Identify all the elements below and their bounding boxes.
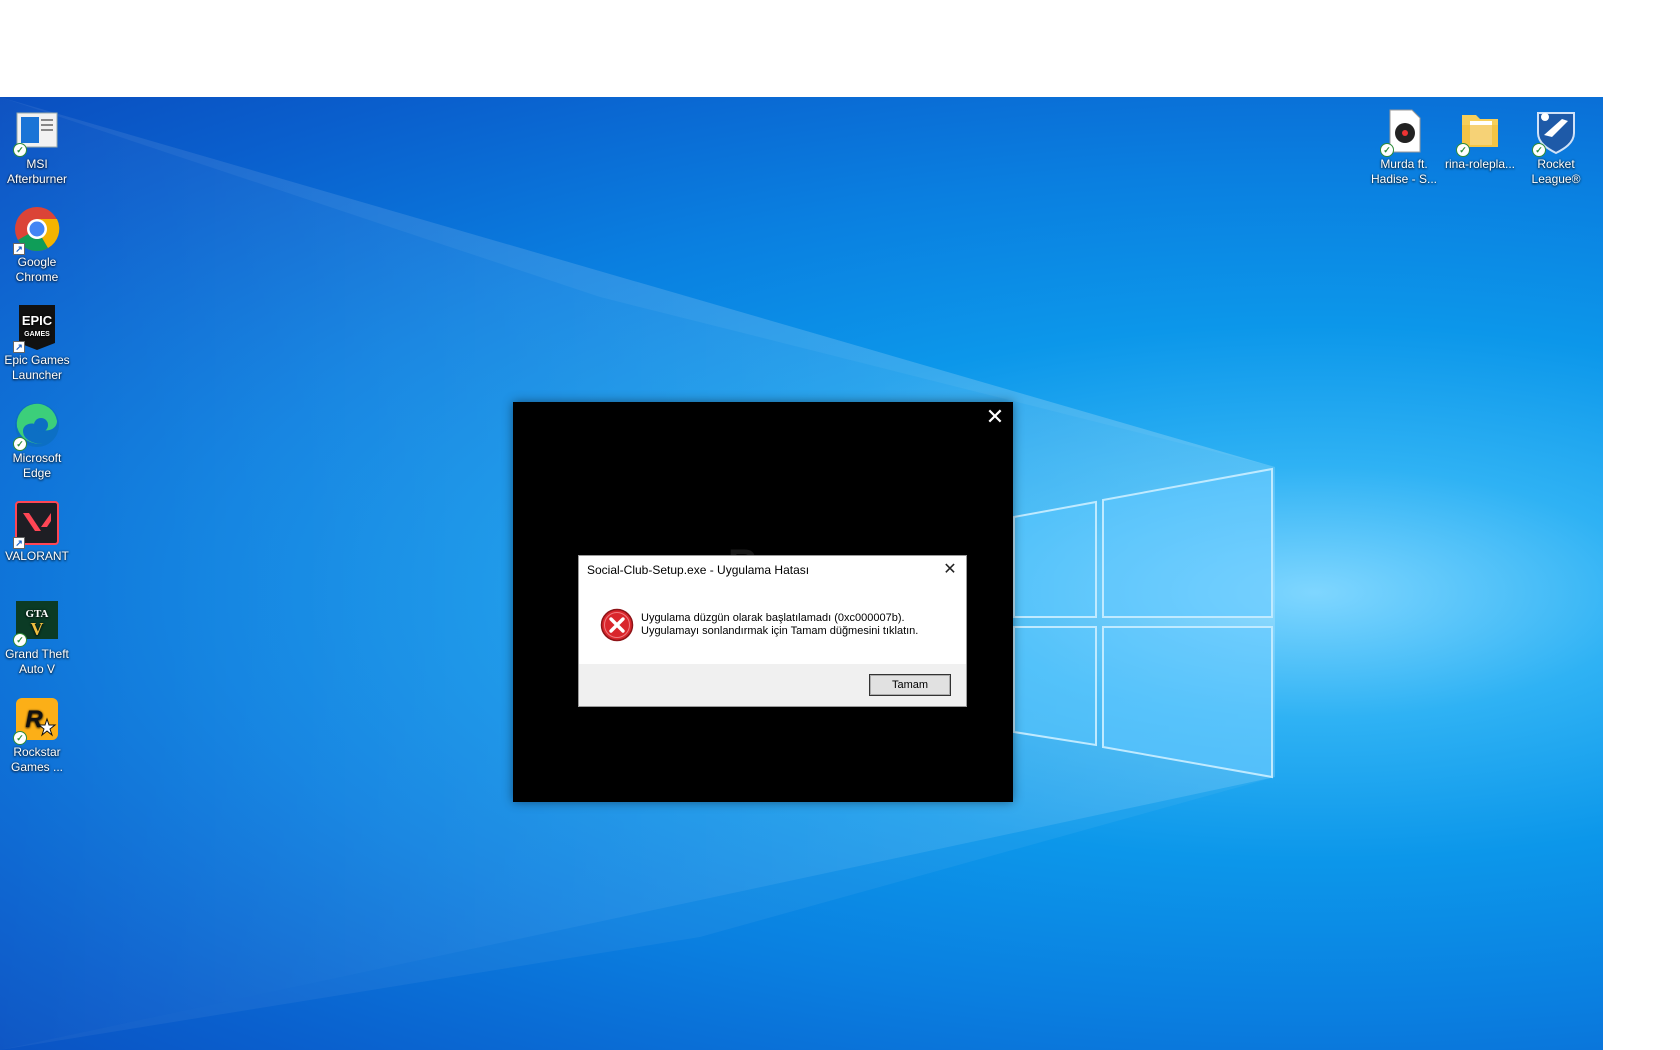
edge-icon: ✓ bbox=[13, 401, 61, 451]
sync-status-icon: ✓ bbox=[1456, 143, 1470, 157]
icon-label: VALORANT bbox=[5, 549, 69, 563]
error-message-line: Uygulamayı sonlandırmak için Tamam düğme… bbox=[641, 625, 919, 637]
icon-label: Auto V bbox=[18, 662, 56, 676]
icon-label: Edge bbox=[22, 466, 52, 480]
desktop-icon-rina-roleplay-folder[interactable]: ✓ rina-rolepla... bbox=[1443, 107, 1517, 172]
launcher-close-button[interactable]: ✕ bbox=[983, 406, 1007, 430]
desktop-icon-microsoft-edge[interactable]: ✓ Microsoft Edge bbox=[0, 401, 74, 481]
icon-label: Chrome bbox=[15, 270, 59, 284]
ok-button[interactable]: Tamam bbox=[869, 674, 951, 696]
icon-label: Microsoft bbox=[12, 451, 62, 465]
icon-label: Games ... bbox=[10, 760, 63, 774]
icon-label: Epic Games bbox=[4, 353, 70, 367]
sync-status-icon: ✓ bbox=[13, 633, 27, 647]
desktop-icon-grand-theft-auto-v[interactable]: GTA V ✓ Grand Theft Auto V bbox=[0, 597, 74, 677]
rockstar-games-icon: R ✓ bbox=[13, 695, 61, 745]
desktop-icon-valorant[interactable]: ↗ VALORANT bbox=[0, 499, 74, 564]
icon-label: rina-rolepla... bbox=[1444, 157, 1516, 171]
sync-status-icon: ✓ bbox=[1380, 143, 1394, 157]
music-file-icon: ✓ bbox=[1380, 107, 1428, 157]
sync-status-icon: ✓ bbox=[1532, 143, 1546, 157]
svg-text:R: R bbox=[25, 706, 43, 733]
desktop-icon-rocket-league[interactable]: ✓ Rocket League® bbox=[1519, 107, 1593, 187]
desktop-icon-murda-hadise[interactable]: ✓ Murda ft. Hadise - S... bbox=[1367, 107, 1441, 187]
icon-label: Launcher bbox=[11, 368, 63, 382]
msi-afterburner-icon: ✓ bbox=[13, 107, 61, 157]
shortcut-arrow-icon: ↗ bbox=[13, 243, 25, 255]
shortcut-arrow-icon: ↗ bbox=[13, 341, 25, 353]
svg-text:GAMES: GAMES bbox=[24, 331, 50, 338]
desktop-icon-google-chrome[interactable]: ↗ Google Chrome bbox=[0, 205, 74, 285]
dialog-close-button[interactable]: ✕ bbox=[934, 556, 966, 584]
error-icon bbox=[600, 608, 634, 642]
epic-games-icon: EPIC GAMES ↗ bbox=[13, 303, 61, 353]
rocket-league-icon: ✓ bbox=[1532, 107, 1580, 157]
icon-label: Rockstar bbox=[13, 745, 61, 759]
dialog-button-bar: Tamam bbox=[579, 664, 966, 706]
application-error-dialog: Social-Club-Setup.exe - Uygulama Hatası … bbox=[578, 555, 967, 707]
icon-label: Google bbox=[17, 255, 57, 269]
svg-text:V: V bbox=[31, 619, 44, 639]
icon-label: MSI bbox=[26, 157, 48, 171]
icon-label: League® bbox=[1531, 172, 1581, 186]
desktop-icon-rockstar-games[interactable]: R ✓ Rockstar Games ... bbox=[0, 695, 74, 775]
icon-label: Hadise - S... bbox=[1370, 172, 1438, 186]
valorant-icon: ↗ bbox=[13, 499, 61, 549]
icon-label: Murda ft. bbox=[1380, 157, 1428, 171]
icon-label: Afterburner bbox=[6, 172, 68, 186]
dialog-title: Social-Club-Setup.exe - Uygulama Hatası bbox=[587, 563, 810, 577]
desktop-icon-msi-afterburner[interactable]: ✓ MSI Afterburner bbox=[0, 107, 74, 187]
sync-status-icon: ✓ bbox=[13, 437, 27, 451]
icon-label: Grand Theft bbox=[5, 647, 69, 661]
gta-v-icon: GTA V ✓ bbox=[13, 597, 61, 647]
icon-label: Rocket bbox=[1537, 157, 1575, 171]
error-message-line: Uygulama düzgün olarak başlatılamadı (0x… bbox=[641, 612, 905, 624]
sync-status-icon: ✓ bbox=[13, 143, 27, 157]
chrome-icon: ↗ bbox=[13, 205, 61, 255]
shortcut-arrow-icon: ↗ bbox=[13, 537, 25, 549]
sync-status-icon: ✓ bbox=[13, 731, 27, 745]
svg-text:EPIC: EPIC bbox=[22, 313, 53, 328]
desktop-icon-epic-games-launcher[interactable]: EPIC GAMES ↗ Epic Games Launcher bbox=[0, 303, 74, 383]
folder-icon: ✓ bbox=[1456, 107, 1504, 157]
